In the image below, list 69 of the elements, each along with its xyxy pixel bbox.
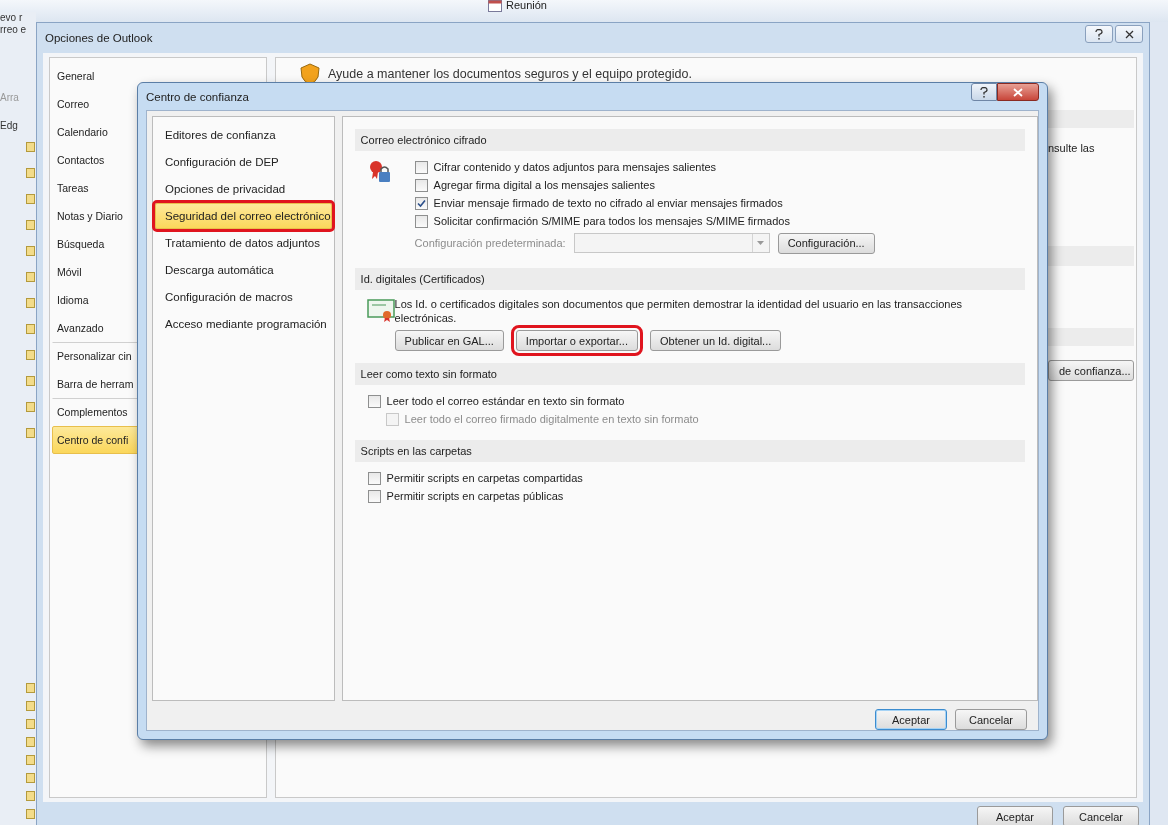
section-header: Correo electrónico cifrado <box>354 129 1025 151</box>
checkbox-label[interactable]: Cifrar contenido y datos adjuntos para mensajes salientes <box>433 161 717 173</box>
checkbox[interactable] <box>414 178 428 192</box>
help-button[interactable] <box>1085 25 1113 43</box>
section-heading: Ayude a mantener los documentos seguros y el equipo protegido. <box>328 67 692 81</box>
section-header: Scripts en las carpetas <box>354 440 1025 462</box>
checkbox-label[interactable]: Enviar mensaje firmado de texto no cifrado al enviar mensajes firmados <box>433 197 783 209</box>
section-header: Leer como texto sin formato <box>354 363 1025 385</box>
close-button[interactable] <box>1115 25 1143 43</box>
folder-icon[interactable] <box>26 272 35 282</box>
calendar-icon <box>488 0 502 12</box>
folder-icon[interactable] <box>26 194 35 204</box>
checkbox[interactable] <box>367 471 381 485</box>
certificate-button[interactable]: Publicar en GAL... <box>394 330 504 351</box>
arrange-text: Arra <box>0 92 20 104</box>
folder-icon[interactable] <box>26 402 35 412</box>
cancel-button[interactable]: Cancelar <box>1063 806 1139 825</box>
category-item[interactable]: Acceso mediante programación <box>155 311 332 337</box>
window-title: Opciones de Outlook <box>44 32 153 44</box>
category-item[interactable]: Editores de confianza <box>155 122 332 148</box>
ribbon-lock-icon <box>368 160 391 184</box>
checkbox-label[interactable]: Solicitar confirmación S/MIME para todos los mensajes S/MIME firmados <box>433 215 790 227</box>
account-text: Edg <box>0 120 19 132</box>
help-icon <box>1095 28 1103 40</box>
checkbox[interactable] <box>414 214 428 228</box>
checkbox[interactable] <box>414 160 428 174</box>
checkbox-label[interactable]: Leer todo el correo estándar en texto sin formato <box>386 395 625 407</box>
folder-icon[interactable] <box>26 220 35 230</box>
folder-icon[interactable] <box>26 350 35 360</box>
certificate-icon <box>366 299 395 323</box>
menu-text: evo r <box>0 12 24 24</box>
category-item[interactable]: Opciones de privacidad <box>155 176 332 202</box>
cancel-button[interactable]: Cancelar <box>955 709 1027 730</box>
description-text: Los Id. o certificados digitales son documentos que permiten demostrar la identidad del usuario en las transacciones electrónicas. <box>394 297 963 325</box>
checkbox[interactable] <box>414 196 428 210</box>
category-item[interactable]: Configuración de macros <box>155 284 332 310</box>
ok-button[interactable]: Aceptar <box>875 709 947 730</box>
trust-center-button[interactable]: de confianza... <box>1048 360 1134 381</box>
folder-icon[interactable] <box>26 168 35 178</box>
folder-icon[interactable] <box>26 428 35 438</box>
certificate-button[interactable]: Obtener un Id. digital... <box>649 330 782 351</box>
category-item[interactable]: Seguridad del correo electrónico <box>155 203 332 229</box>
folder-icon[interactable] <box>26 324 35 334</box>
category-item[interactable]: Tratamiento de datos adjuntos <box>155 230 332 256</box>
checkbox-label[interactable]: Permitir scripts en carpetas públicas <box>386 490 564 502</box>
ribbon-label[interactable]: Reunión <box>506 0 547 11</box>
help-icon <box>980 86 988 98</box>
close-icon <box>1124 29 1134 39</box>
menu-text: rreo e <box>0 24 28 36</box>
shield-icon <box>300 63 320 85</box>
close-button[interactable] <box>997 83 1039 101</box>
checkbox[interactable] <box>367 394 381 408</box>
folder-icon[interactable] <box>26 376 35 386</box>
field-label: Configuración predeterminada: <box>414 237 566 249</box>
checkbox-label[interactable]: Agregar firma digital a los mensajes salientes <box>433 179 655 191</box>
folder-icon[interactable] <box>26 246 35 256</box>
folder-icon[interactable] <box>26 298 35 308</box>
folder-icon[interactable] <box>26 142 35 152</box>
category-item[interactable]: Configuración de DEP <box>155 149 332 175</box>
section-header: Id. digitales (Certificados) <box>354 268 1025 290</box>
checkbox-label[interactable]: Permitir scripts en carpetas compartidas <box>386 472 583 484</box>
description-text: nsulte las <box>1048 142 1096 154</box>
close-icon <box>1013 87 1023 97</box>
caret-icon <box>757 241 765 245</box>
help-button[interactable] <box>971 83 997 101</box>
ok-button[interactable]: Aceptar <box>977 806 1053 825</box>
dialog-title: Centro de confianza <box>146 90 249 103</box>
category-item[interactable]: Descarga automática <box>155 257 332 283</box>
checkbox[interactable] <box>367 489 381 503</box>
